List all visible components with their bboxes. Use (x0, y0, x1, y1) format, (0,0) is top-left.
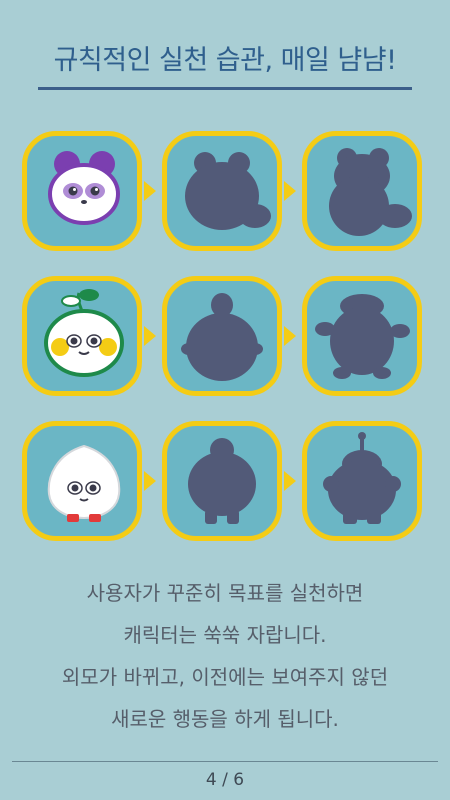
dumpling-stage-2-tile (162, 421, 282, 541)
growth-arrow-icon (144, 326, 156, 346)
character-row-dumpling (22, 421, 430, 541)
sprout-silhouette-stage-3-icon (315, 294, 410, 379)
dumpling-baby-tile (22, 421, 142, 541)
sprout-baby-icon (44, 289, 124, 377)
description-line-2: 캐릭터는 쑥쑥 자랍니다. (123, 623, 327, 647)
dumpling-baby-icon (47, 444, 121, 522)
growth-arrow-icon (284, 181, 296, 201)
sprout-stage-3-tile (302, 276, 422, 396)
raccoon-silhouette-stage-3-icon (329, 148, 412, 236)
raccoon-stage-2-tile (162, 131, 282, 251)
description-line-3: 외모가 바뀌고, 이전에는 보여주지 않던 (61, 665, 389, 689)
raccoon-baby-icon (48, 151, 120, 225)
dumpling-silhouette-stage-3-icon (323, 432, 401, 524)
sprout-silhouette-stage-2-icon (181, 293, 263, 381)
footer-divider (12, 761, 438, 762)
dumpling-stage-3-tile (302, 421, 422, 541)
page-indicator: 4 / 6 (205, 770, 245, 790)
dumpling-silhouette-stage-2-icon (188, 438, 256, 524)
character-row-raccoon (22, 131, 430, 251)
raccoon-silhouette-stage-2-icon (185, 152, 271, 230)
raccoon-stage-3-tile (302, 131, 422, 251)
description: 사용자가 꾸준히 목표를 실천하면 캐릭터는 쑥쑥 자랍니다. 외모가 바뀌고,… (0, 572, 450, 740)
sprout-baby-tile (22, 276, 142, 396)
sprout-stage-2-tile (162, 276, 282, 396)
character-row-sprout (22, 276, 430, 396)
character-growth-grid (22, 131, 430, 541)
growth-arrow-icon (144, 471, 156, 491)
page-title: 규칙적인 실천 습관, 매일 냠냠! (53, 45, 397, 76)
growth-arrow-icon (284, 471, 296, 491)
description-line-1: 사용자가 꾸준히 목표를 실천하면 (86, 581, 364, 605)
description-line-4: 새로운 행동을 하게 됩니다. (111, 707, 339, 731)
growth-arrow-icon (284, 326, 296, 346)
title-divider (38, 87, 412, 90)
growth-arrow-icon (144, 181, 156, 201)
raccoon-baby-tile (22, 131, 142, 251)
